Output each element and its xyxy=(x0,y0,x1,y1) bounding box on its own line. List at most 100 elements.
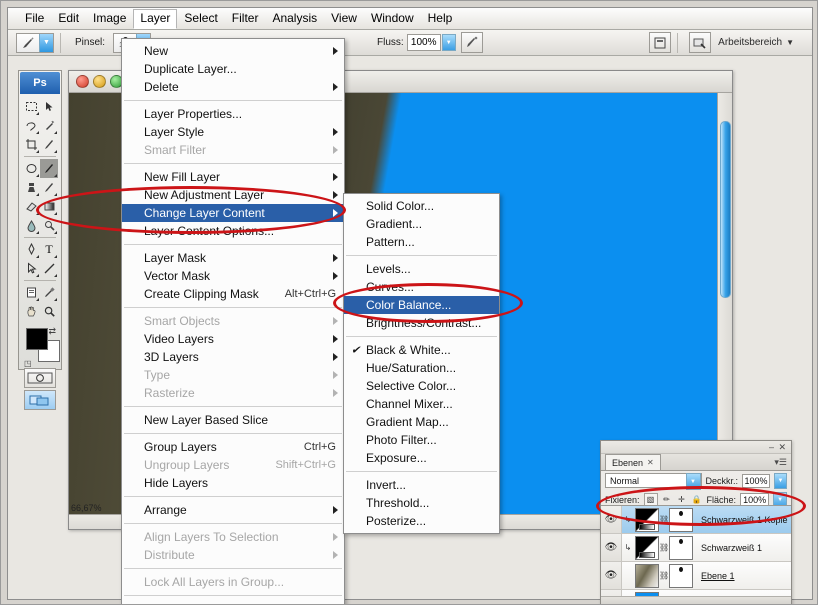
tool-zoom[interactable] xyxy=(40,302,58,321)
submenu-item-gradient[interactable]: Gradient... xyxy=(344,215,499,233)
tool-eyedropper[interactable] xyxy=(40,283,58,302)
layer-thumbnail[interactable] xyxy=(635,507,659,532)
layers-list[interactable]: 👁 ↳ ⛓ Schwarzweiß 1 Kopie 👁 ↳ ⛓ Schwarzw… xyxy=(601,505,791,597)
panel-title-bar[interactable]: – ✕ xyxy=(601,441,791,454)
menu-analysis[interactable]: Analysis xyxy=(265,9,324,28)
workspace-label[interactable]: Arbeitsbereich xyxy=(718,37,782,48)
panel-menu-icon[interactable]: ▾☰ xyxy=(774,457,787,468)
submenu-item-hue-saturation[interactable]: Hue/Saturation... xyxy=(344,359,499,377)
submenu-item-invert[interactable]: Invert... xyxy=(344,476,499,494)
tool-preset-chevron-down-icon[interactable]: ▼ xyxy=(39,33,53,52)
submenu-item-photo-filter[interactable]: Photo Filter... xyxy=(344,431,499,449)
submenu-item-exposure[interactable]: Exposure... xyxy=(344,449,499,467)
tool-hand[interactable] xyxy=(22,302,40,321)
bridge-button[interactable] xyxy=(689,32,712,53)
menu-file[interactable]: File xyxy=(18,9,51,28)
menu-image[interactable]: Image xyxy=(86,9,133,28)
menu-item-layer-style[interactable]: Layer Style xyxy=(122,123,344,141)
tool-lasso[interactable] xyxy=(22,116,40,135)
opacity-input[interactable]: 100% xyxy=(742,473,770,488)
link-chain-icon[interactable]: ⛓ xyxy=(659,543,669,552)
tool-crop[interactable] xyxy=(22,135,40,154)
layer-name[interactable]: Ebene 1 xyxy=(701,571,735,581)
tool-notes[interactable] xyxy=(22,283,40,302)
tool-history-brush[interactable] xyxy=(40,178,58,197)
submenu-item-black-and-white[interactable]: ✔ Black & White... xyxy=(344,341,499,359)
submenu-item-color-balance[interactable]: Color Balance... xyxy=(344,296,499,314)
layer-row-schwarzweiss-1[interactable]: 👁 ↳ ⛓ Schwarzweiß 1 xyxy=(601,534,791,562)
foreground-color-swatch[interactable] xyxy=(26,328,48,350)
menu-item-create-clipping-mask[interactable]: Create Clipping Mask Alt+Ctrl+G xyxy=(122,285,344,303)
tool-pen[interactable] xyxy=(22,240,40,259)
menu-item-new[interactable]: New xyxy=(122,42,344,60)
link-chain-icon[interactable]: ⛓ xyxy=(659,571,669,580)
tool-slice[interactable] xyxy=(40,135,58,154)
quick-mask-button[interactable] xyxy=(24,368,56,388)
current-tool-well[interactable]: ▼ xyxy=(16,32,54,53)
layer-thumbnail[interactable] xyxy=(635,535,659,560)
minimize-icon[interactable] xyxy=(93,75,106,88)
layer-name[interactable]: Schwarzweiß 1 Kopie xyxy=(701,515,788,525)
tool-path-selection[interactable] xyxy=(22,259,40,278)
tool-line[interactable] xyxy=(40,259,58,278)
submenu-item-pattern[interactable]: Pattern... xyxy=(344,233,499,251)
layer-visibility-eye-icon[interactable]: 👁 xyxy=(601,534,622,561)
menu-item-layer-content-options[interactable]: Layer Content Options... xyxy=(122,222,344,240)
color-swatches[interactable]: ⇄ ◳ xyxy=(24,326,60,368)
menu-item-arrange[interactable]: Arrange xyxy=(122,501,344,519)
change-layer-content-submenu[interactable]: Solid Color... Gradient... Pattern... Le… xyxy=(343,193,500,534)
submenu-item-brightness-contrast[interactable]: Brightness/Contrast... xyxy=(344,314,499,332)
submenu-item-posterize[interactable]: Posterize... xyxy=(344,512,499,530)
menu-item-group-layers[interactable]: Group Layers Ctrl+G xyxy=(122,438,344,456)
lock-image-icon[interactable]: ✏ xyxy=(661,494,673,506)
menu-item-layer-properties[interactable]: Layer Properties... xyxy=(122,105,344,123)
airbrush-button[interactable] xyxy=(460,32,483,53)
menu-help[interactable]: Help xyxy=(421,9,460,28)
tool-blur[interactable] xyxy=(22,216,40,235)
chevron-down-icon[interactable]: ▼ xyxy=(685,473,701,490)
zoom-level-indicator[interactable]: 66,67% xyxy=(71,503,102,513)
screen-mode-button[interactable] xyxy=(24,390,56,410)
tool-type[interactable]: T xyxy=(40,240,58,259)
tool-eraser[interactable] xyxy=(22,197,40,216)
menu-item-duplicate-layer[interactable]: Duplicate Layer... xyxy=(122,60,344,78)
layer-mask-thumbnail[interactable] xyxy=(669,507,693,532)
layer-mask-thumbnail[interactable] xyxy=(669,563,693,588)
menu-view[interactable]: View xyxy=(324,9,364,28)
submenu-item-gradient-map[interactable]: Gradient Map... xyxy=(344,413,499,431)
tool-brush[interactable] xyxy=(40,159,58,178)
menu-window[interactable]: Window xyxy=(364,9,421,28)
menu-item-3d-layers[interactable]: 3D Layers xyxy=(122,348,344,366)
vertical-scroll-thumb[interactable] xyxy=(720,121,731,298)
submenu-item-solid-color[interactable]: Solid Color... xyxy=(344,197,499,215)
panel-window-controls[interactable]: – ✕ xyxy=(769,442,787,453)
menu-item-new-layer-based-slice[interactable]: New Layer Based Slice xyxy=(122,411,344,429)
menu-item-vector-mask[interactable]: Vector Mask xyxy=(122,267,344,285)
layer-menu-dropdown[interactable]: New Duplicate Layer... Delete Layer Prop… xyxy=(121,38,345,604)
menu-item-new-fill-layer[interactable]: New Fill Layer xyxy=(122,168,344,186)
layer-mask-thumbnail[interactable] xyxy=(669,535,693,560)
menu-edit[interactable]: Edit xyxy=(51,9,86,28)
layer-visibility-eye-icon[interactable]: 👁 xyxy=(601,562,622,589)
menu-item-hide-layers[interactable]: Hide Layers xyxy=(122,474,344,492)
menu-item-delete[interactable]: Delete xyxy=(122,78,344,96)
opacity-chevron-down-icon[interactable]: ▼ xyxy=(773,472,787,489)
tool-clone-stamp[interactable] xyxy=(22,178,40,197)
layer-visibility-eye-icon[interactable]: 👁 xyxy=(601,506,622,533)
link-chain-icon[interactable]: ⛓ xyxy=(659,515,669,524)
tool-healing-brush[interactable] xyxy=(22,159,40,178)
workspace-chevron-down-icon[interactable]: ▼ xyxy=(786,38,794,47)
palette-toggle-button[interactable] xyxy=(649,32,672,53)
tool-magic-wand[interactable] xyxy=(40,116,58,135)
lock-all-icon[interactable]: 🔒 xyxy=(691,494,703,506)
default-colors-icon[interactable]: ◳ xyxy=(24,359,32,368)
layer-name[interactable]: Schwarzweiß 1 xyxy=(701,543,762,553)
menu-item-new-adjustment-layer[interactable]: New Adjustment Layer xyxy=(122,186,344,204)
layer-row-ebene-1[interactable]: 👁 ⛓ Ebene 1 xyxy=(601,562,791,590)
submenu-item-channel-mixer[interactable]: Channel Mixer... xyxy=(344,395,499,413)
close-icon[interactable] xyxy=(76,75,89,88)
swap-colors-icon[interactable]: ⇄ xyxy=(48,326,56,337)
tool-rectangular-marquee[interactable] xyxy=(22,97,40,116)
flow-chevron-down-icon[interactable]: ▼ xyxy=(441,34,456,51)
tool-move[interactable] xyxy=(40,97,58,116)
